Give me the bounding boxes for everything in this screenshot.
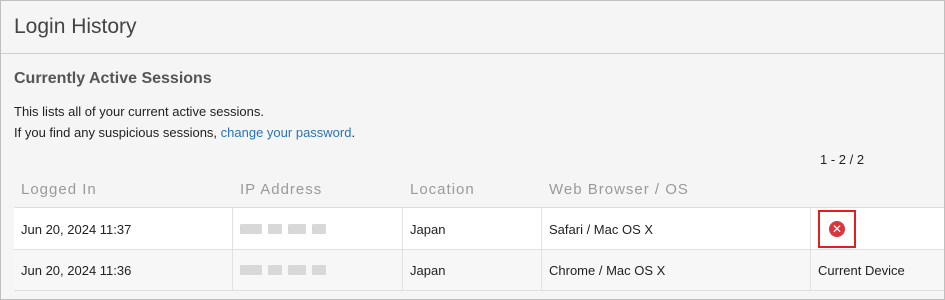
ip-address-cell-redacted (232, 208, 402, 250)
login-history-panel: Login History Currently Active Sessions … (0, 0, 945, 300)
header-browser-os: Web Browser / OS (549, 181, 689, 198)
description-line-1: This lists all of your current active se… (14, 104, 264, 119)
location-cell: Japan (402, 208, 541, 250)
browser-os-cell: Safari / Mac OS X (541, 208, 810, 250)
redacted-ip (240, 224, 326, 234)
description-prefix: If you find any suspicious sessions, (14, 125, 221, 140)
pagination-range: 1 - 2 / 2 (820, 152, 865, 167)
title-divider (1, 53, 944, 54)
header-logged-in: Logged In (21, 181, 97, 198)
page-title: Login History (14, 15, 137, 38)
change-password-link[interactable]: change your password (221, 125, 352, 140)
description-suffix: . (351, 125, 356, 140)
table-row: Jun 20, 2024 11:37 Japan Safari / Mac OS… (14, 207, 944, 250)
section-title: Currently Active Sessions (14, 70, 212, 87)
action-cell: ✕ (810, 208, 944, 250)
current-device-label: Current Device (810, 250, 944, 290)
logged-in-cell: Jun 20, 2024 11:36 (21, 262, 132, 278)
location-cell: Japan (402, 250, 541, 290)
close-circle-icon: ✕ (829, 221, 845, 237)
browser-os-cell: Chrome / Mac OS X (541, 250, 810, 290)
table-row: Jun 20, 2024 11:36 Japan Chrome / Mac OS… (14, 249, 944, 291)
redacted-ip (240, 265, 326, 275)
ip-address-cell-redacted (232, 250, 402, 290)
delete-session-button[interactable]: ✕ (818, 210, 856, 248)
logged-in-cell: Jun 20, 2024 11:37 (21, 221, 132, 237)
header-ip-address: IP Address (240, 181, 323, 198)
description-line-2: If you find any suspicious sessions, cha… (14, 125, 355, 140)
header-location: Location (410, 181, 475, 198)
